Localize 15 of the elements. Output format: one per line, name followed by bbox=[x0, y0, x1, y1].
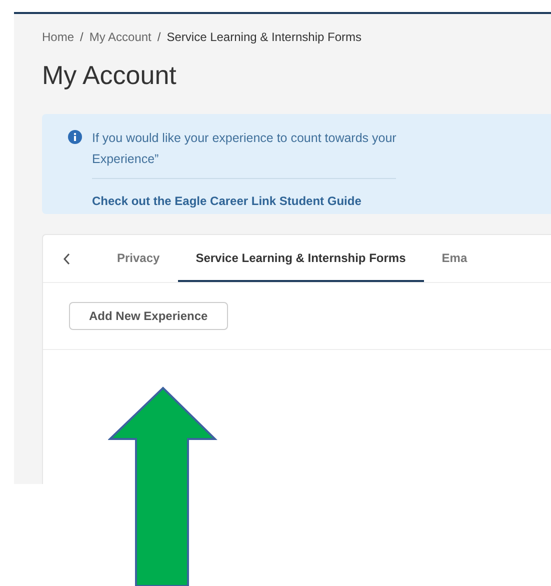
breadcrumb-link[interactable]: My Account bbox=[89, 28, 152, 46]
breadcrumb-link[interactable]: Home bbox=[42, 28, 74, 46]
tab[interactable]: Privacy bbox=[99, 235, 178, 282]
page-title: My Account bbox=[42, 62, 178, 88]
breadcrumb-separator: / bbox=[80, 29, 84, 46]
chevron-left-icon[interactable] bbox=[63, 252, 71, 264]
add-experience-button[interactable]: Add New Experience bbox=[69, 302, 228, 330]
breadcrumb-separator: / bbox=[157, 29, 161, 46]
student-guide-link[interactable]: Check out the Eagle Career Link Student Guide bbox=[92, 194, 362, 208]
info-message: Experience” bbox=[92, 151, 160, 168]
tab[interactable]: Service Learning & Internship Forms bbox=[178, 235, 424, 282]
tab[interactable]: Ema bbox=[424, 235, 486, 282]
info-message: If you would like your experience to count towards your bbox=[92, 130, 396, 147]
breadcrumb-current: Service Learning & Internship Forms bbox=[166, 29, 362, 46]
info-icon bbox=[68, 130, 82, 144]
